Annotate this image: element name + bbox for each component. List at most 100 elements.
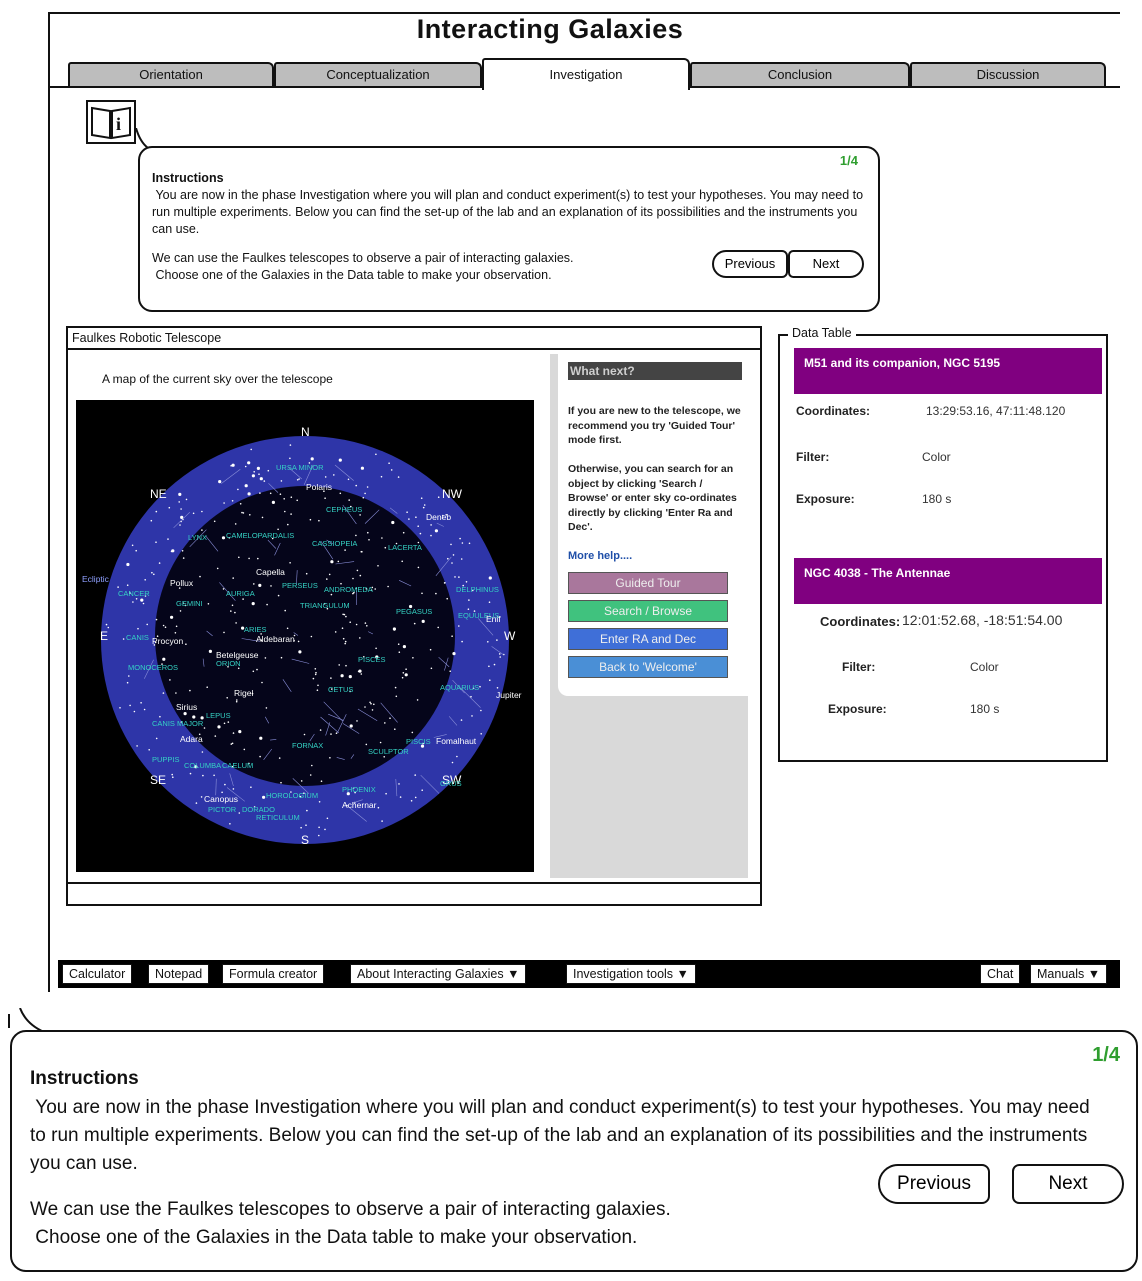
star [311, 764, 313, 767]
star [401, 560, 404, 563]
star [498, 653, 501, 655]
tab-investigation[interactable]: Investigation [482, 58, 690, 90]
star [318, 519, 320, 522]
data-table-legend: Data Table [788, 326, 856, 340]
sky-map[interactable]: N S E W NE NW SE SW URSA MINOR Polaris CEP… [76, 400, 534, 872]
star [345, 615, 347, 618]
star [232, 577, 234, 579]
sky-label: CASSIOPEIA [312, 539, 357, 548]
star [349, 621, 352, 623]
sky-label: Pollux [170, 578, 194, 588]
notepad-button[interactable]: Notepad [148, 964, 210, 984]
sky-label: PEGASUS [396, 607, 432, 616]
sky-label: CANIS [126, 633, 149, 642]
galaxy-row-m51[interactable]: M51 and its companion, NGC 5195 [794, 348, 1102, 394]
star [222, 588, 225, 590]
star [231, 463, 235, 467]
sky-label: PISCES [358, 655, 386, 664]
compass-e: E [100, 629, 108, 643]
sky-label: PHOENIX [342, 785, 376, 794]
star [217, 725, 221, 729]
star [259, 492, 261, 494]
star [162, 692, 165, 694]
star [289, 457, 291, 460]
manuals-menu-button[interactable]: Manuals ▼ [1030, 964, 1108, 984]
next-button[interactable]: Next [788, 250, 864, 278]
star [146, 623, 148, 626]
star [421, 789, 424, 791]
star [338, 664, 341, 666]
star [390, 469, 393, 471]
star [216, 567, 219, 570]
star [185, 643, 187, 645]
sky-label: LACERTA [388, 543, 422, 552]
star [261, 681, 263, 684]
star [174, 632, 177, 634]
previous-button[interactable]: Previous [712, 250, 788, 278]
star [374, 588, 377, 590]
star [334, 631, 337, 633]
zoomed-next-button[interactable]: Next [1012, 1164, 1124, 1204]
search-browse-button[interactable]: Search / Browse [568, 600, 728, 622]
about-menu-button[interactable]: About Interacting Galaxies ▼ [350, 964, 527, 984]
star [402, 531, 405, 534]
star [202, 774, 204, 777]
star [231, 742, 234, 745]
star [230, 465, 232, 467]
tab-conceptualization[interactable]: Conceptualization [274, 62, 482, 88]
tab-discussion[interactable]: Discussion [910, 62, 1106, 88]
star [380, 475, 383, 478]
star [488, 601, 491, 603]
star [444, 582, 446, 584]
star [284, 510, 286, 513]
star [131, 544, 134, 547]
star [280, 656, 283, 659]
star [404, 673, 408, 677]
star [314, 673, 317, 676]
galaxy-row-ngc4038[interactable]: NGC 4038 - The Antennae [794, 558, 1102, 604]
ngc4038-exposure-label: Exposure: [828, 702, 887, 716]
more-help-link[interactable]: More help.... [568, 550, 632, 562]
star [383, 756, 386, 758]
sky-label: GEMINI [176, 599, 203, 608]
sky-label: AQUARIUS [440, 683, 479, 692]
star [459, 537, 461, 540]
star [397, 476, 400, 478]
star [493, 663, 496, 666]
star [201, 529, 203, 531]
chat-button[interactable]: Chat [980, 964, 1021, 984]
star [339, 492, 342, 495]
star [420, 497, 423, 499]
sky-label: PISCIS [406, 737, 431, 746]
star [330, 733, 332, 735]
investigation-tools-menu-button[interactable]: Investigation tools ▼ [566, 964, 696, 984]
star [129, 704, 131, 707]
star [340, 674, 344, 678]
sky-map-svg[interactable]: N S E W NE NW SE SW URSA MINORPolarisCEP… [76, 400, 534, 872]
star [206, 686, 208, 688]
star [213, 520, 216, 523]
star [460, 558, 463, 560]
sky-label: PERSEUS [282, 581, 318, 590]
star [200, 796, 203, 798]
star [266, 603, 268, 606]
tab-orientation[interactable]: Orientation [68, 62, 274, 88]
guided-tour-button[interactable]: Guided Tour [568, 572, 728, 594]
compass-w: W [504, 629, 516, 643]
formula-creator-button[interactable]: Formula creator [222, 964, 325, 984]
star [364, 706, 366, 708]
what-next-text-2: Otherwise, you can search for an object … [568, 463, 737, 533]
star [171, 549, 175, 553]
back-to-welcome-button[interactable]: Back to 'Welcome' [568, 656, 728, 678]
star [435, 592, 437, 595]
zoomed-previous-button[interactable]: Previous [878, 1164, 990, 1204]
star [412, 657, 414, 659]
instructions-title: Instructions [152, 171, 224, 185]
star [401, 676, 404, 679]
star [465, 581, 468, 583]
calculator-button[interactable]: Calculator [62, 964, 133, 984]
enter-ra-dec-button[interactable]: Enter RA and Dec [568, 628, 728, 650]
tab-conclusion[interactable]: Conclusion [690, 62, 910, 88]
star [364, 492, 366, 495]
star [180, 508, 182, 510]
